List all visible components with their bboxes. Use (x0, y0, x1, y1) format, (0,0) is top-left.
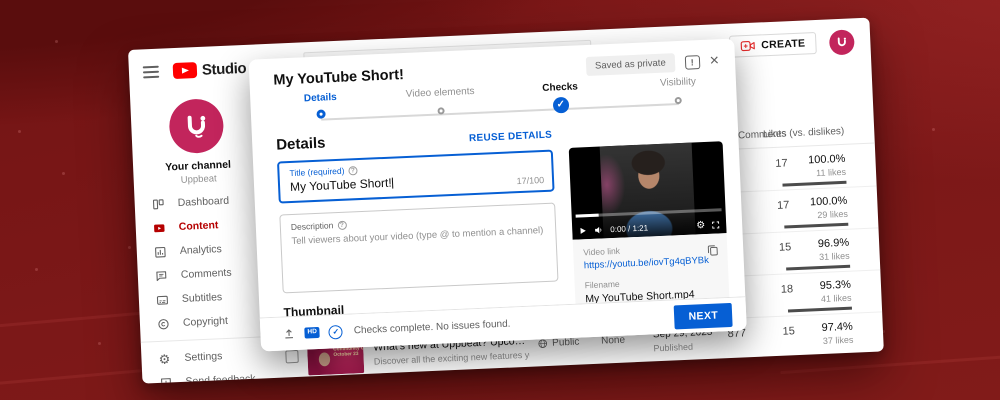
saved-status-badge: Saved as private (585, 53, 676, 77)
fullscreen-icon[interactable] (711, 220, 720, 229)
background-dot (98, 342, 101, 345)
dashboard-icon (150, 197, 165, 211)
send-feedback-icon (158, 376, 173, 384)
step-details[interactable]: Details (304, 92, 338, 119)
title-field[interactable]: Title (required) ? My YouTube Short! 17/… (277, 149, 555, 204)
background-ray (0, 310, 160, 329)
background-dot (128, 246, 131, 249)
reuse-details-link[interactable]: REUSE DETAILS (469, 130, 553, 145)
background-dot (35, 268, 38, 271)
hamburger-menu-icon[interactable] (142, 65, 160, 79)
help-icon: ? (337, 220, 347, 230)
title-field-label: Title (required) (289, 165, 345, 179)
column-header-likes[interactable]: Likes (vs. dislikes) (763, 126, 845, 141)
globe-icon (538, 339, 548, 348)
video-player[interactable]: 0:00 / 1:21 ⚙ (568, 141, 727, 240)
details-heading: Details (275, 134, 326, 154)
video-plus-icon (740, 41, 755, 52)
play-icon[interactable] (578, 226, 587, 235)
volume-icon[interactable] (593, 224, 604, 235)
studio-wordmark: Studio (201, 59, 247, 79)
text-cursor (391, 177, 393, 189)
details-form: Details REUSE DETAILS Title (required) ?… (276, 125, 560, 328)
background-dot (62, 172, 65, 175)
stepper-line (321, 103, 679, 121)
uppbeat-logo-icon (187, 115, 206, 138)
sidebar-divider (140, 336, 271, 343)
step-upcoming-dot (437, 107, 445, 115)
youtube-studio-logo[interactable]: Studio (172, 59, 247, 80)
likes-ratio-bar (782, 180, 847, 187)
video-details-dialog: My YouTube Short! Saved as private ! × D… (248, 38, 747, 352)
content-icon (152, 221, 167, 235)
uppbeat-logo-icon (837, 36, 846, 46)
create-label: CREATE (760, 37, 806, 52)
copyright-icon (156, 317, 171, 331)
char-counter: 17/100 (516, 174, 545, 187)
comments-icon (154, 269, 169, 283)
checks-status-text: Checks complete. No issues found. (353, 318, 511, 337)
title-field-value: My YouTube Short! (289, 175, 392, 195)
video-link-url[interactable]: https://youtu.be/iovTg4qBYBk (584, 254, 718, 271)
help-icon: ? (348, 165, 358, 175)
player-settings-icon[interactable]: ⚙ (696, 219, 705, 230)
likes-ratio-bar (786, 264, 851, 270)
analytics-icon (153, 245, 168, 259)
next-button[interactable]: NEXT (674, 302, 733, 329)
create-button[interactable]: CREATE (728, 31, 817, 58)
screenshot-stage: Studio Search across your channel ! ? CR… (0, 0, 1000, 400)
step-visibility[interactable]: Visibility (660, 76, 697, 105)
youtube-play-icon (172, 62, 198, 80)
step-upcoming-dot (675, 96, 683, 105)
step-checks[interactable]: Checks ✓ (542, 81, 579, 114)
sidebar-menu: Dashboard Content Analytics Comments Sub… (134, 187, 273, 384)
likes-ratio-bar (787, 306, 852, 312)
background-dot (932, 128, 935, 131)
copy-icon[interactable] (706, 243, 720, 262)
channel-avatar[interactable] (168, 97, 225, 155)
description-field[interactable]: Description ? Tell viewers about your vi… (279, 202, 559, 294)
checks-complete-icon: ✓ (328, 324, 344, 339)
close-icon[interactable]: × (709, 52, 719, 69)
dialog-body: Details REUSE DETAILS Title (required) ?… (252, 114, 746, 328)
sidebar-item-copyright[interactable]: Copyright (139, 307, 270, 337)
upload-icon (285, 329, 294, 339)
tilted-scene: Studio Search across your channel ! ? CR… (128, 17, 884, 384)
feedback-icon[interactable]: ! (684, 54, 701, 70)
step-current-dot (316, 109, 326, 119)
gear-icon: ⚙ (158, 350, 171, 367)
background-ray (780, 352, 1000, 375)
step-video-elements[interactable]: Video elements (406, 86, 476, 116)
subtitles-icon (155, 293, 170, 307)
likes-ratio-bar (784, 222, 849, 229)
progress-bar[interactable] (575, 208, 722, 218)
row-checkbox[interactable] (285, 349, 299, 364)
channel-block: Your channel Uppbeat (130, 90, 264, 188)
progress-fill (575, 213, 600, 218)
time-display: 0:00 / 1:21 (610, 223, 649, 235)
description-field-label: Description (290, 220, 334, 233)
background-dot (18, 130, 21, 133)
step-done-check-icon: ✓ (552, 96, 570, 114)
media-panel: 0:00 / 1:21 ⚙ Video link https://youtu.b… (568, 141, 730, 315)
hd-icon: HD (304, 327, 321, 339)
account-avatar[interactable] (828, 28, 855, 55)
background-dot (55, 40, 58, 43)
